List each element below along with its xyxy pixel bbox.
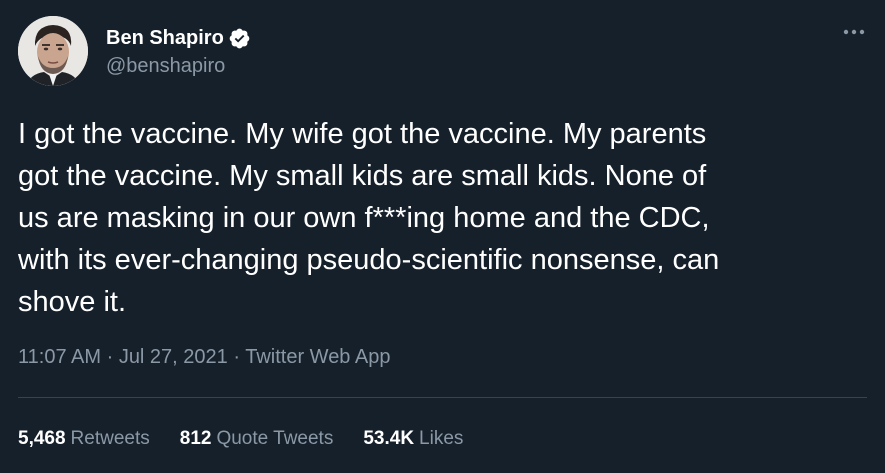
more-options-icon[interactable] xyxy=(839,22,869,42)
quote-tweets-label: Quote Tweets xyxy=(216,428,334,449)
meta-separator: · xyxy=(227,346,246,368)
retweets-stat[interactable]: 5,468 Retweets xyxy=(18,428,150,450)
quote-tweets-stat[interactable]: 812 Quote Tweets xyxy=(180,428,334,450)
tweet-stats: 5,468 Retweets 812 Quote Tweets 53.4K Likes xyxy=(18,428,493,450)
tweet-card: Ben Shapiro @benshapiro I got the vaccin… xyxy=(0,0,885,473)
likes-count: 53.4K xyxy=(363,428,415,449)
author-names: Ben Shapiro @benshapiro xyxy=(106,25,251,78)
tweet-text: I got the vaccine. My wife got the vacci… xyxy=(18,118,720,318)
likes-stat[interactable]: 53.4K Likes xyxy=(363,428,463,450)
tweet-source[interactable]: Twitter Web App xyxy=(245,346,390,368)
tweet-meta: 11:07 AM · Jul 27, 2021 · Twitter Web Ap… xyxy=(18,346,390,369)
author-handle[interactable]: @benshapiro xyxy=(106,55,251,78)
avatar[interactable] xyxy=(18,16,88,86)
retweets-count: 5,468 xyxy=(18,428,66,449)
verified-badge-icon xyxy=(228,27,251,50)
retweets-label: Retweets xyxy=(70,428,150,449)
likes-label: Likes xyxy=(419,428,464,449)
tweet-date[interactable]: Jul 27, 2021 xyxy=(119,346,228,368)
display-name[interactable]: Ben Shapiro xyxy=(106,27,224,50)
name-row: Ben Shapiro xyxy=(106,25,251,53)
tweet-time[interactable]: 11:07 AM xyxy=(18,346,101,368)
quote-tweets-count: 812 xyxy=(179,428,212,449)
divider xyxy=(18,397,867,398)
tweet-header: Ben Shapiro @benshapiro xyxy=(18,16,251,86)
meta-separator: · xyxy=(101,346,119,368)
